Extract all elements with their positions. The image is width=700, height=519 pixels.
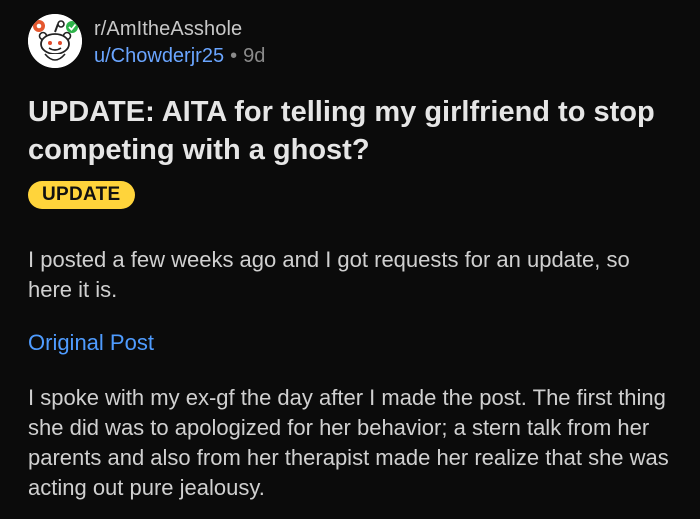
original-post-link[interactable]: Original Post xyxy=(28,328,154,358)
subreddit-name[interactable]: r/AmItheAsshole xyxy=(94,18,242,41)
post-meta: u/Chowderjr25 • 9d xyxy=(94,45,265,68)
post-age: 9d xyxy=(243,45,266,67)
post-body-main: I spoke with my ex-gf the day after I ma… xyxy=(28,385,669,500)
subreddit-avatar-icon[interactable] xyxy=(28,14,82,68)
author-username[interactable]: u/Chowderjr25 xyxy=(94,45,224,67)
post-flair-badge[interactable]: UPDATE xyxy=(28,181,135,209)
post-body-intro: I posted a few weeks ago and I got reque… xyxy=(28,247,630,302)
meta-separator: • xyxy=(230,45,238,67)
post-title[interactable]: UPDATE: AITA for telling my girlfriend t… xyxy=(28,93,668,169)
post-header: r/AmItheAsshole u/Chowderjr25 • 9d xyxy=(28,14,668,70)
